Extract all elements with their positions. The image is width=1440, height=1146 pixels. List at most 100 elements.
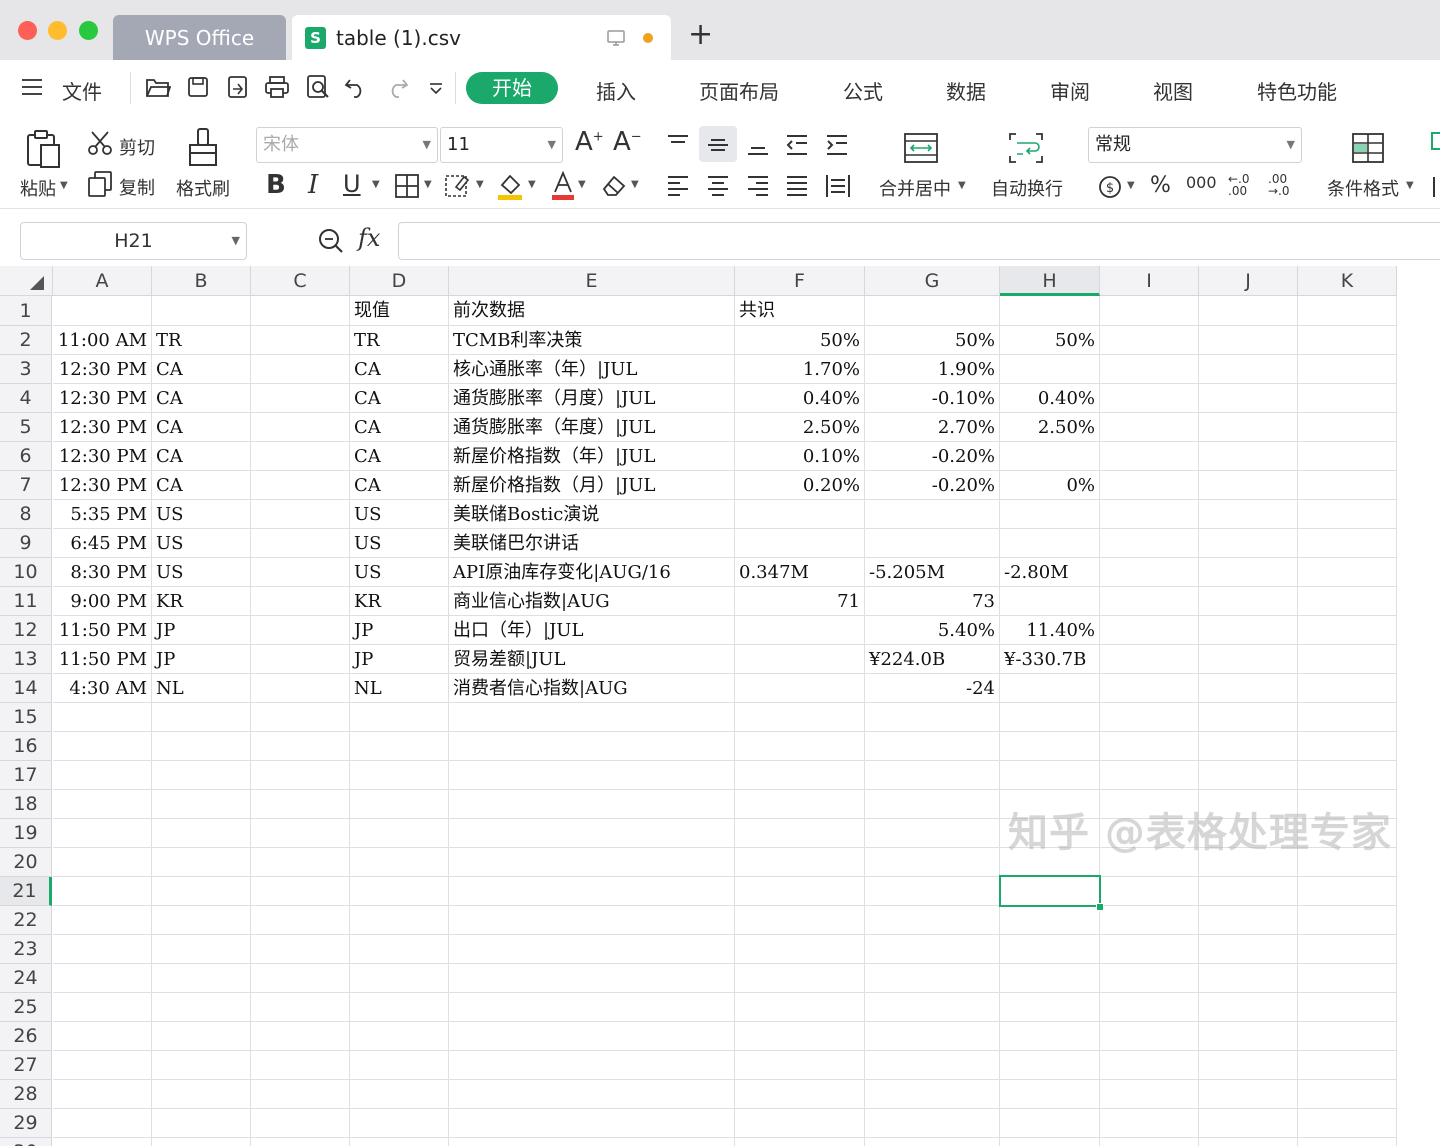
cell-g11[interactable]: 73	[865, 587, 1000, 616]
font-color-icon[interactable]	[550, 171, 576, 201]
cell-c12[interactable]	[251, 616, 350, 645]
cell-c23[interactable]	[251, 935, 350, 964]
cell-j3[interactable]	[1199, 355, 1298, 384]
cell-e7[interactable]: 新屋价格指数（月）|JUL	[449, 471, 735, 500]
table-style-icon[interactable]	[1430, 131, 1440, 201]
cell-e30[interactable]	[449, 1138, 735, 1146]
cell-g20[interactable]	[865, 848, 1000, 877]
cell-c28[interactable]	[251, 1080, 350, 1109]
column-header-c[interactable]: C	[251, 266, 350, 296]
export-pdf-icon[interactable]	[225, 74, 251, 100]
bold-button[interactable]: B	[266, 170, 286, 200]
cell-b4[interactable]: CA	[152, 384, 251, 413]
cell-h9[interactable]	[1000, 529, 1100, 558]
row-header-18[interactable]: 18	[0, 790, 52, 819]
cell-e17[interactable]	[449, 761, 735, 790]
cell-g17[interactable]	[865, 761, 1000, 790]
row-header-28[interactable]: 28	[0, 1080, 52, 1109]
cell-e26[interactable]	[449, 1022, 735, 1051]
cell-g9[interactable]	[865, 529, 1000, 558]
cell-k11[interactable]	[1298, 587, 1397, 616]
cell-a11[interactable]: 9:00 PM	[53, 587, 152, 616]
cell-j12[interactable]	[1199, 616, 1298, 645]
cell-d10[interactable]: US	[350, 558, 449, 587]
cell-e13[interactable]: 贸易差额|JUL	[449, 645, 735, 674]
cell-j29[interactable]	[1199, 1109, 1298, 1138]
cell-c1[interactable]	[251, 296, 350, 326]
menu-tab-home[interactable]: 开始	[466, 72, 558, 104]
cell-b27[interactable]	[152, 1051, 251, 1080]
merge-cells-icon[interactable]	[903, 132, 939, 164]
row-header-26[interactable]: 26	[0, 1022, 52, 1051]
cell-j6[interactable]	[1199, 442, 1298, 471]
cell-d26[interactable]	[350, 1022, 449, 1051]
cell-k3[interactable]	[1298, 355, 1397, 384]
cell-c5[interactable]	[251, 413, 350, 442]
row-header-25[interactable]: 25	[0, 993, 52, 1022]
cell-b12[interactable]: JP	[152, 616, 251, 645]
increase-decimal-button[interactable]: ←.0 .00	[1228, 173, 1256, 197]
cell-i11[interactable]	[1100, 587, 1199, 616]
cell-i26[interactable]	[1100, 1022, 1199, 1051]
merge-dropdown-icon[interactable]: ▼	[958, 180, 966, 191]
row-header-7[interactable]: 7	[0, 471, 52, 500]
cell-a2[interactable]: 11:00 AM	[53, 326, 152, 355]
cell-a19[interactable]	[53, 819, 152, 848]
cell-f20[interactable]	[735, 848, 865, 877]
cell-i24[interactable]	[1100, 964, 1199, 993]
zoom-window-button[interactable]	[79, 21, 98, 40]
cell-d14[interactable]: NL	[350, 674, 449, 703]
cell-d21[interactable]	[350, 877, 449, 906]
cell-e16[interactable]	[449, 732, 735, 761]
row-header-14[interactable]: 14	[0, 674, 52, 703]
cell-e1[interactable]: 前次数据	[449, 296, 735, 326]
cell-d8[interactable]: US	[350, 500, 449, 529]
cell-a3[interactable]: 12:30 PM	[53, 355, 152, 384]
menu-tab-page-layout[interactable]: 页面布局	[699, 76, 779, 105]
cell-k4[interactable]	[1298, 384, 1397, 413]
cell-c7[interactable]	[251, 471, 350, 500]
cell-b5[interactable]: CA	[152, 413, 251, 442]
cell-j15[interactable]	[1199, 703, 1298, 732]
save-icon[interactable]	[186, 75, 210, 99]
hamburger-menu-icon[interactable]	[20, 77, 44, 97]
cell-f5[interactable]: 2.50%	[735, 413, 865, 442]
cell-e2[interactable]: TCMB利率决策	[449, 326, 735, 355]
row-header-2[interactable]: 2	[0, 326, 52, 355]
cell-i23[interactable]	[1100, 935, 1199, 964]
underline-button[interactable]: U	[343, 170, 361, 198]
cell-d25[interactable]	[350, 993, 449, 1022]
cell-d30[interactable]	[350, 1138, 449, 1146]
cell-g30[interactable]	[865, 1138, 1000, 1146]
cell-d28[interactable]	[350, 1080, 449, 1109]
cell-f18[interactable]	[735, 790, 865, 819]
cell-e18[interactable]	[449, 790, 735, 819]
conditional-format-button[interactable]: 条件格式	[1327, 175, 1399, 201]
name-box[interactable]: H21 ▼	[20, 222, 247, 260]
cell-e20[interactable]	[449, 848, 735, 877]
menu-tab-insert[interactable]: 插入	[596, 76, 636, 105]
cell-e15[interactable]	[449, 703, 735, 732]
cut-button[interactable]: 剪切	[119, 134, 155, 160]
cell-d12[interactable]: JP	[350, 616, 449, 645]
cell-k9[interactable]	[1298, 529, 1397, 558]
cell-i2[interactable]	[1100, 326, 1199, 355]
cell-b19[interactable]	[152, 819, 251, 848]
cell-c30[interactable]	[251, 1138, 350, 1146]
cell-a15[interactable]	[53, 703, 152, 732]
cell-d22[interactable]	[350, 906, 449, 935]
cell-d27[interactable]	[350, 1051, 449, 1080]
column-header-a[interactable]: A	[53, 266, 152, 296]
cell-k8[interactable]	[1298, 500, 1397, 529]
cell-i25[interactable]	[1100, 993, 1199, 1022]
cell-e29[interactable]	[449, 1109, 735, 1138]
cell-d18[interactable]	[350, 790, 449, 819]
cell-i16[interactable]	[1100, 732, 1199, 761]
cell-k14[interactable]	[1298, 674, 1397, 703]
cell-e21[interactable]	[449, 877, 735, 906]
cell-j7[interactable]	[1199, 471, 1298, 500]
cell-c2[interactable]	[251, 326, 350, 355]
cell-b14[interactable]: NL	[152, 674, 251, 703]
cell-j16[interactable]	[1199, 732, 1298, 761]
cell-e8[interactable]: 美联储Bostic演说	[449, 500, 735, 529]
